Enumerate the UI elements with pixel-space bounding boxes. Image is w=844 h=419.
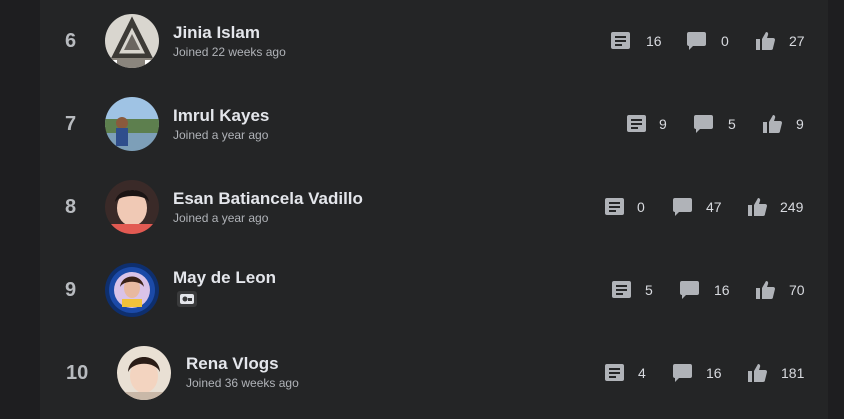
joined-date: Joined a year ago [173,128,269,142]
leaderboard-row[interactable]: 7 Imrul Kayes Joined a year ago 9 5 9 [40,83,828,166]
rank-number: 10 [66,362,89,384]
posts-count: 16 [646,33,662,49]
post-icon [611,32,630,54]
post-icon [612,281,631,303]
member-name[interactable]: Esan Batiancela Vadillo [173,189,363,209]
thumbs-up-icon [748,198,767,221]
leaderboard-row[interactable]: 9 May de Leon 5 16 70 [40,249,828,332]
comments-count: 0 [721,33,729,49]
profile-badge-icon [177,291,197,307]
avatar[interactable] [105,263,159,317]
avatar[interactable] [105,97,159,151]
joined-date: Joined a year ago [173,211,269,225]
joined-date: Joined 36 weeks ago [186,376,299,390]
comment-icon [694,115,713,138]
member-name[interactable]: Imrul Kayes [173,106,269,126]
avatar[interactable] [117,346,171,400]
leaderboard-row[interactable]: 8 Esan Batiancela Vadillo Joined a year … [40,166,828,249]
avatar[interactable] [105,14,159,68]
post-icon [627,115,646,137]
posts-count: 0 [637,199,645,215]
comment-icon [687,32,706,55]
leaderboard-row[interactable]: 10 Rena Vlogs Joined 36 weeks ago 4 16 1… [40,332,828,415]
avatar[interactable] [105,180,159,234]
comments-count: 5 [728,116,736,132]
comments-count: 16 [714,282,730,298]
reactions-count: 27 [789,33,805,49]
rank-number: 9 [65,279,77,301]
member-name[interactable]: Jinia Islam [173,23,260,43]
thumbs-up-icon [756,32,775,55]
reactions-count: 249 [780,199,804,215]
thumbs-up-icon [756,281,775,304]
joined-date: Joined 22 weeks ago [173,45,286,59]
comment-icon [680,281,699,304]
member-name[interactable]: May de Leon [173,268,276,288]
post-icon [605,198,624,220]
rank-number: 6 [65,30,77,52]
thumbs-up-icon [763,115,782,138]
leaderboard-panel: 6 Jinia Islam Joined 22 weeks ago 16 0 2… [40,0,828,419]
member-name[interactable]: Rena Vlogs [186,354,279,374]
comments-count: 16 [706,365,722,381]
comment-icon [673,198,692,221]
posts-count: 4 [638,365,646,381]
rank-number: 7 [65,113,77,135]
rank-number: 8 [65,196,77,218]
thumbs-up-icon [748,364,767,387]
reactions-count: 181 [781,365,805,381]
leaderboard-row[interactable]: 6 Jinia Islam Joined 22 weeks ago 16 0 2… [40,0,828,83]
reactions-count: 70 [789,282,805,298]
reactions-count: 9 [796,116,804,132]
posts-count: 9 [659,116,667,132]
post-icon [605,364,624,386]
posts-count: 5 [645,282,653,298]
comment-icon [673,364,692,387]
comments-count: 47 [706,199,722,215]
